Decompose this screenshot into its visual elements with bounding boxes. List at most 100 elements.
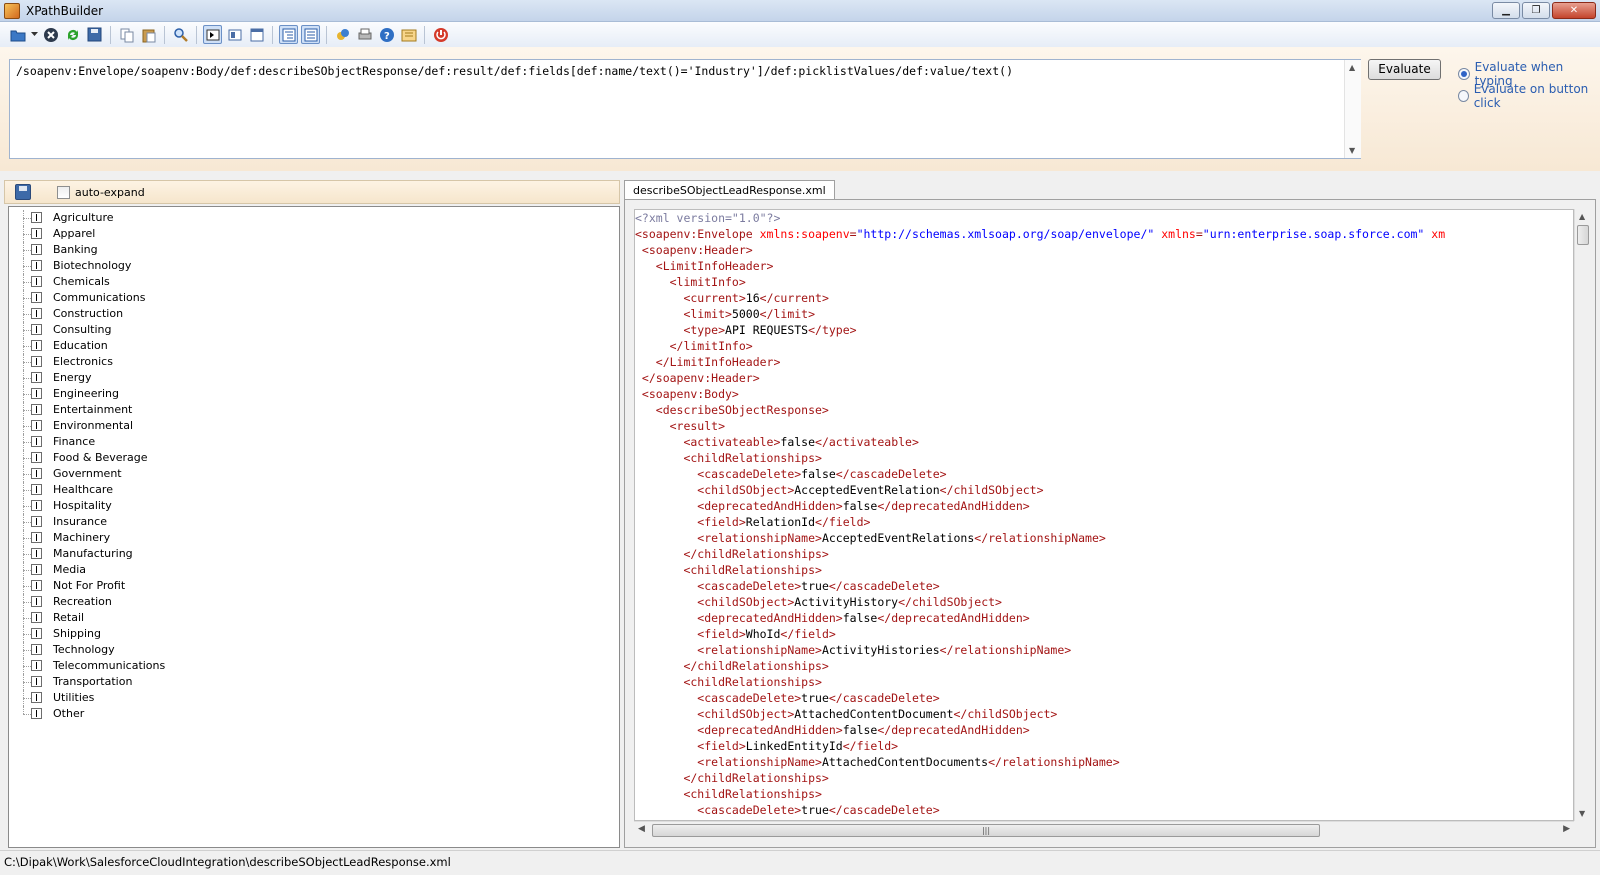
tree-item[interactable]: Apparel [9,226,619,242]
exit-icon[interactable] [431,25,450,44]
xml-token: true [801,579,829,593]
xml-line: <describeSObjectResponse> [635,402,1573,418]
tree-item[interactable]: Insurance [9,514,619,530]
print-icon[interactable] [355,25,374,44]
xml-token: xmlns [1161,227,1196,241]
xml-token: </childSObject> [939,483,1044,497]
tree-item-label: Utilities [53,691,95,704]
toggle-view-icon[interactable] [203,25,222,44]
save-results-icon[interactable] [15,184,31,200]
tree-item[interactable]: Machinery [9,530,619,546]
tree-item[interactable]: Banking [9,242,619,258]
tree-item[interactable]: Communications [9,290,619,306]
xml-vertical-scrollbar[interactable]: ▲ ▼ [1574,209,1591,821]
tree-item-label: Agriculture [53,211,114,224]
toolbar-separator [196,25,197,44]
tree-item[interactable]: Food & Beverage [9,450,619,466]
tree-item[interactable]: Transportation [9,674,619,690]
tree-item[interactable]: Media [9,562,619,578]
radio-typing[interactable] [1458,68,1470,80]
tree-item[interactable]: Engineering [9,386,619,402]
tree-item[interactable]: Chemicals [9,274,619,290]
xml-token: <LimitInfoHeader> [635,259,774,273]
namespace-icon[interactable] [333,25,352,44]
xml-line: <?xml version="1.0"?> [635,210,1573,226]
close-button[interactable]: ✕ [1552,2,1596,19]
minimize-button[interactable]: ▁ [1492,2,1520,19]
tree-item[interactable]: Utilities [9,690,619,706]
results-tree[interactable]: Agriculture Apparel Banking Biotechnology Ch… [8,206,620,848]
xpath-scrollbar[interactable]: ▲ ▼ [1344,60,1361,158]
scroll-left-icon[interactable]: ◀ [638,824,645,834]
radio-click[interactable] [1458,90,1469,102]
text-node-icon [31,372,42,383]
xml-line: <result> [635,418,1573,434]
tree-item[interactable]: Environmental [9,418,619,434]
find-icon[interactable] [171,25,190,44]
tree-view-icon[interactable] [279,25,298,44]
save-icon[interactable] [85,25,104,44]
tree-item-label: Communications [53,291,146,304]
xml-token: <childRelationships> [635,675,822,689]
xml-token: <childSObject> [635,595,795,609]
xml-token: false [842,499,878,513]
tree-item-label: Electronics [53,355,113,368]
settings-icon[interactable] [399,25,418,44]
tree-item[interactable]: Electronics [9,354,619,370]
tree-item[interactable]: Shipping [9,626,619,642]
tab-xml-file[interactable]: describeSObjectLeadResponse.xml [624,180,835,200]
tree-item[interactable]: Telecommunications [9,658,619,674]
tree-item[interactable]: Government [9,466,619,482]
tree-item[interactable]: Hospitality [9,498,619,514]
tree-item[interactable]: Technology [9,642,619,658]
xml-source-view[interactable]: <?xml version="1.0"?> <soapenv:Envelope x… [634,209,1574,821]
tree-item[interactable]: Recreation [9,594,619,610]
paste-icon[interactable] [139,25,158,44]
xml-horizontal-scrollbar[interactable]: ◀ ||| ▶ [634,821,1574,838]
xpath-expression-input[interactable]: /soapenv:Envelope/soapenv:Body/def:descr… [9,59,1361,159]
tree-item[interactable]: Agriculture [9,210,619,226]
auto-expand-checkbox[interactable] [57,186,70,199]
refresh-icon[interactable] [63,25,82,44]
text-node-icon [31,580,42,591]
toolbar-separator [424,25,425,44]
xml-line: <field>LinkedEntityId</field> [635,738,1573,754]
scroll-up-icon[interactable]: ▲ [1579,212,1585,221]
tree-item[interactable]: Education [9,338,619,354]
text-node-icon [31,228,42,239]
tree-item[interactable]: Not For Profit [9,578,619,594]
maximize-button[interactable]: ❐ [1522,2,1550,19]
toolbar-separator [164,25,165,44]
evaluate-on-click-option[interactable]: Evaluate on button click [1458,82,1600,110]
text-node-icon [31,308,42,319]
window-icon[interactable] [247,25,266,44]
tree-item[interactable]: Retail [9,610,619,626]
vertical-scroll-thumb[interactable] [1577,225,1589,245]
tree-item[interactable]: Biotechnology [9,258,619,274]
copy-icon[interactable] [117,25,136,44]
scroll-up-icon[interactable]: ▲ [1349,63,1355,72]
xml-line: <field>WhoId</field> [635,626,1573,642]
horizontal-scroll-thumb[interactable]: ||| [652,824,1320,837]
tree-item[interactable]: Manufacturing [9,546,619,562]
tree-item[interactable]: Other [9,706,619,722]
layout-icon[interactable] [225,25,244,44]
tree-item[interactable]: Consulting [9,322,619,338]
tree-item[interactable]: Healthcare [9,482,619,498]
list-view-icon[interactable] [301,25,320,44]
scroll-right-icon[interactable]: ▶ [1563,824,1570,834]
stop-icon[interactable] [41,25,60,44]
tree-item-label: Banking [53,243,98,256]
help-icon[interactable]: ? [377,25,396,44]
dropdown-arrow-icon[interactable] [30,25,38,44]
tree-item[interactable]: Construction [9,306,619,322]
tree-item[interactable]: Entertainment [9,402,619,418]
scroll-down-icon[interactable]: ▼ [1349,146,1355,155]
tree-item[interactable]: Finance [9,434,619,450]
evaluate-button[interactable]: Evaluate [1368,59,1441,80]
scroll-down-icon[interactable]: ▼ [1579,809,1585,818]
tree-item[interactable]: Energy [9,370,619,386]
open-icon[interactable] [8,25,27,44]
text-node-icon [31,388,42,399]
text-node-icon [31,436,42,447]
